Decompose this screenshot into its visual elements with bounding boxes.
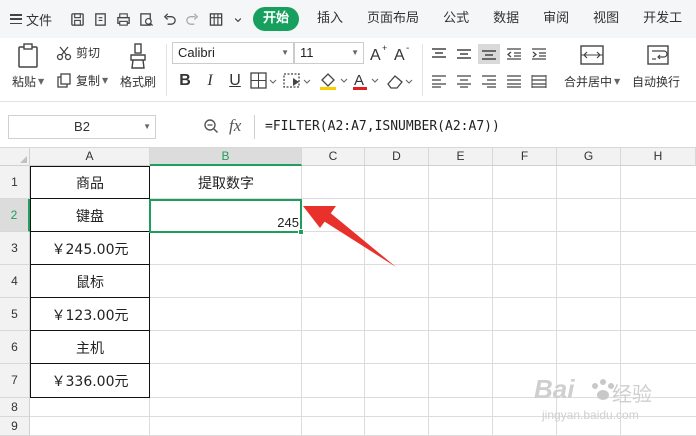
undo-icon[interactable] [162, 12, 177, 27]
indent-increase-icon[interactable] [528, 44, 550, 64]
align-middle-icon[interactable] [453, 44, 475, 64]
cell-style-icon[interactable] [282, 70, 314, 92]
ribbon-divider [166, 44, 167, 96]
chevron-down-icon: ▼ [281, 48, 289, 57]
bold-icon[interactable]: B [174, 70, 196, 92]
paste-label: 粘贴 [12, 75, 37, 89]
table-style-icon[interactable] [208, 12, 225, 27]
copy-button[interactable]: 复制 ▼ [56, 72, 108, 89]
chevron-down-icon: ▼ [351, 48, 359, 57]
italic-icon[interactable]: I [199, 70, 221, 92]
insert-function-icon[interactable]: fx [229, 116, 241, 136]
tab-formulas[interactable]: 公式 [431, 7, 481, 31]
zoom-search-icon[interactable] [203, 118, 219, 137]
chevron-down-icon: ▼ [38, 77, 45, 86]
file-menu[interactable]: 文件 [10, 10, 52, 29]
borders-icon[interactable] [249, 70, 279, 92]
formula-bar: B2 ▼ fx =FILTER(A2:A7,ISNUMBER(A2:A7)) [0, 102, 696, 148]
eraser-icon[interactable] [384, 70, 416, 92]
align-left-icon[interactable] [428, 71, 450, 91]
print-icon[interactable] [116, 12, 131, 27]
svg-text:A: A [370, 47, 381, 63]
merge-center-icon[interactable] [578, 42, 606, 68]
tab-review[interactable]: 审阅 [531, 7, 581, 31]
print-preview-icon[interactable] [139, 12, 154, 27]
file-menu-label: 文件 [26, 13, 53, 29]
copy-icon [57, 72, 71, 88]
redo-icon[interactable] [185, 12, 200, 27]
underline-icon[interactable]: U [224, 70, 246, 92]
tab-home[interactable]: 开始 [253, 7, 300, 31]
format-painter-icon[interactable] [124, 42, 152, 70]
increase-font-icon[interactable]: A + [369, 42, 389, 64]
font-name-value: Calibri [178, 45, 215, 60]
svg-text:A: A [354, 72, 364, 89]
chevron-down-icon: ▼ [143, 122, 151, 131]
copy-label: 复制 [76, 74, 101, 88]
indent-decrease-icon[interactable] [503, 44, 525, 64]
name-box-value: B2 [74, 119, 90, 134]
watermark-brand-tail: 经验 [612, 382, 652, 406]
decrease-font-icon[interactable]: A- [393, 42, 413, 64]
justify-icon[interactable] [503, 71, 525, 91]
align-right-icon[interactable] [478, 71, 500, 91]
align-top-icon[interactable] [428, 44, 450, 64]
customize-toolbar-icon[interactable] [233, 12, 243, 27]
chevron-down-icon: ▼ [614, 77, 621, 86]
watermark-logo: Bai 经验 jingyan.baidu.com [532, 372, 692, 432]
quick-access-toolbar [70, 12, 243, 27]
save-icon[interactable] [70, 12, 85, 27]
export-pdf-icon[interactable] [93, 12, 108, 27]
paste-button[interactable]: 粘贴 ▼ [12, 73, 44, 90]
ribbon-divider [422, 44, 423, 96]
tab-data[interactable]: 数据 [481, 7, 531, 31]
merge-center-label: 合并居中 [564, 75, 613, 89]
watermark-url: jingyan.baidu.com [542, 408, 639, 422]
tab-developer[interactable]: 开发工 [631, 7, 694, 31]
paste-icon[interactable] [14, 42, 42, 70]
ribbon-toolbar: 粘贴 ▼ 剪切 复制 ▼ 格式刷 Calibri ▼ 11 ▼ A + A- B I U … [0, 38, 696, 102]
font-size-value: 11 [300, 45, 314, 60]
align-center-icon[interactable] [453, 71, 475, 91]
svg-text:A: A [394, 47, 405, 63]
wrap-text-icon[interactable] [644, 42, 672, 68]
svg-text:+: + [382, 43, 387, 53]
svg-text:-: - [406, 43, 409, 54]
distributed-align-icon[interactable] [528, 71, 550, 91]
tab-view[interactable]: 视图 [581, 7, 631, 31]
formula-input[interactable]: =FILTER(A2:A7,ISNUMBER(A2:A7)) [254, 115, 696, 139]
name-box[interactable]: B2 ▼ [8, 115, 156, 139]
font-size-select[interactable]: 11 ▼ [294, 42, 364, 64]
font-color-icon[interactable]: A [352, 70, 382, 92]
tab-insert[interactable]: 插入 [305, 7, 355, 31]
cut-label: 剪切 [76, 46, 101, 60]
merge-center-button[interactable]: 合并居中 ▼ [564, 73, 620, 90]
format-painter-button[interactable]: 格式刷 [120, 73, 156, 90]
watermark-brand: Bai [534, 374, 575, 404]
menu-bar: 文件 开始 插入 页面布局 公式 数据 审阅 视图 开发工 [0, 0, 696, 38]
cut-button[interactable]: 剪切 [56, 44, 100, 61]
font-name-select[interactable]: Calibri ▼ [172, 42, 294, 64]
wrap-text-button[interactable]: 自动换行 [632, 73, 680, 90]
scissors-icon [56, 46, 72, 60]
align-bottom-icon[interactable] [478, 44, 500, 64]
hamburger-icon [10, 14, 22, 24]
chevron-down-icon: ▼ [102, 76, 109, 85]
tab-page-layout[interactable]: 页面布局 [355, 7, 431, 31]
ribbon-tabs: 开始 插入 页面布局 公式 数据 审阅 视图 开发工 [253, 7, 694, 31]
fill-color-icon[interactable] [317, 70, 351, 92]
